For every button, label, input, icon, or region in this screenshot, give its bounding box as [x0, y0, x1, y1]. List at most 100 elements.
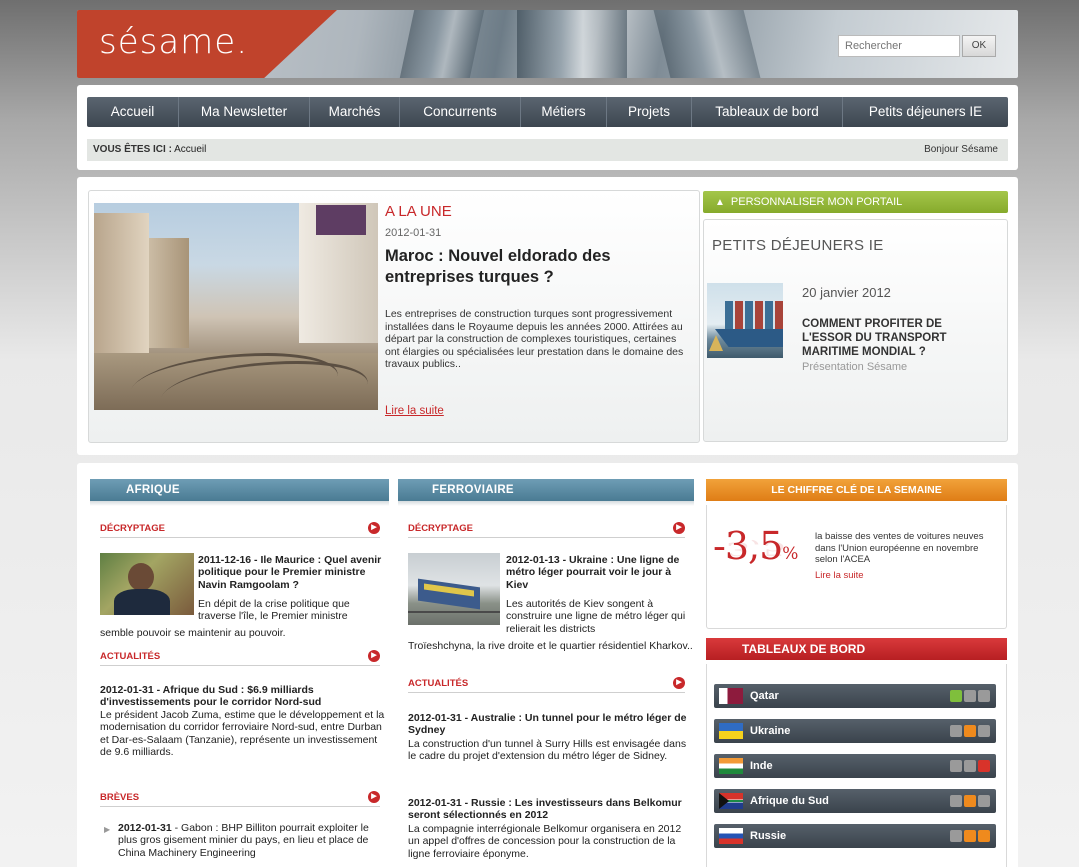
afrique-breves-label: BRÈVES — [100, 792, 140, 803]
afrique-breve-item[interactable]: 2012-01-31 - Gabon : BHP Billiton pourra… — [118, 822, 386, 859]
afrique-actualites-label: ACTUALITÉS — [100, 651, 161, 662]
afrique-actu-headline[interactable]: 2012-01-31 - Afrique du Sud : $6.9 milli… — [100, 684, 385, 709]
ferroviaire-actu1-headline[interactable]: 2012-01-31 - Australie : Un tunnel pour … — [408, 712, 690, 737]
featured-body: Les entreprises de construction turques … — [385, 308, 684, 371]
arrow-right-icon[interactable]: ▶ — [368, 791, 380, 803]
ferroviaire-decryptage-body-end: Troïeshchyna, la rive droite et le quart… — [408, 640, 693, 652]
petits-dejeuners-headline[interactable]: COMMENT PROFITER DE L'ESSOR DU TRANSPORT… — [802, 317, 982, 359]
status-light — [978, 725, 990, 737]
personalize-label: PERSONNALISER MON PORTAIL — [730, 196, 903, 208]
dashboard-row-label: Russie — [750, 830, 787, 842]
banner-building — [653, 10, 761, 78]
afrique-decryptage-body-end: semble pouvoir se maintenir au pouvoir. — [100, 627, 286, 639]
photo-track — [408, 611, 500, 613]
dashboard-row-russie[interactable]: Russie — [714, 824, 996, 848]
photo-building — [149, 238, 189, 348]
status-light — [950, 690, 962, 702]
nav-item-tableaux-de-bord[interactable]: Tableaux de bord — [692, 97, 843, 127]
key-figure-description: la baisse des ventes de voitures neuves … — [815, 531, 984, 565]
arrow-right-icon[interactable]: ▶ — [368, 650, 380, 662]
ferroviaire-decryptage-label: DÉCRYPTAGE — [408, 523, 473, 534]
afrique-actu-body: Le président Jacob Zuma, estime que le d… — [100, 709, 385, 758]
nav-item-petits-dejeuners[interactable]: Petits déjeuners IE — [843, 97, 1008, 127]
status-light — [950, 830, 962, 842]
arrow-right-icon[interactable]: ▶ — [673, 522, 685, 534]
user-greeting: Bonjour Sésame — [924, 144, 998, 155]
container-ship-photo[interactable] — [707, 283, 783, 358]
status-light — [950, 725, 962, 737]
ship-containers — [725, 301, 783, 331]
nav-item-metiers[interactable]: Métiers — [521, 97, 607, 127]
sesame-logo[interactable]: sésame. — [99, 22, 248, 62]
header-strip — [90, 501, 389, 506]
dashboard-row-label: Inde — [750, 760, 773, 772]
feature-photo[interactable] — [94, 203, 378, 410]
arrow-right-icon[interactable]: ▶ — [368, 522, 380, 534]
south-africa-flag-icon — [719, 793, 743, 809]
key-figure-header: LE CHIFFRE CLÉ DE LA SEMAINE — [706, 479, 1007, 501]
breadcrumb-label: VOUS ÊTES ICI : — [93, 144, 172, 155]
banner-building — [399, 10, 485, 78]
russia-flag-icon — [719, 828, 743, 844]
ferroviaire-actualites-label: ACTUALITÉS — [408, 678, 469, 689]
dashboard-row-qatar[interactable]: Qatar — [714, 684, 996, 708]
ferroviaire-actu1-body: La construction d'un tunnel à Surry Hill… — [408, 738, 687, 763]
featured-title[interactable]: Maroc : Nouvel eldorado des entreprises … — [385, 246, 685, 288]
featured-read-more-link[interactable]: Lire la suite — [385, 405, 444, 417]
afrique-decryptage-headline[interactable]: 2011-12-16 - Ile Maurice : Quel avenir p… — [198, 554, 383, 591]
status-light — [964, 690, 976, 702]
nav-item-marches[interactable]: Marchés — [310, 97, 400, 127]
dashboards-header: TABLEAUX DE BORD — [706, 638, 1007, 660]
nav-item-newsletter[interactable]: Ma Newsletter — [179, 97, 310, 127]
flag-triangle — [719, 793, 729, 809]
afrique-header[interactable]: AFRIQUE — [90, 479, 389, 506]
status-light — [950, 795, 962, 807]
search-button[interactable]: OK — [962, 35, 996, 57]
photo-suit — [114, 589, 170, 615]
ferroviaire-decryptage-body: Les autorités de Kiev songent à construi… — [506, 598, 686, 635]
ferroviaire-actu2-body: La compagnie interrégionale Belkomur org… — [408, 823, 682, 860]
sailboat — [709, 335, 723, 351]
status-lights — [950, 690, 990, 702]
personalize-portal-button[interactable]: ▲ PERSONNALISER MON PORTAIL — [703, 191, 1008, 213]
ramgoolam-photo[interactable] — [100, 553, 194, 615]
india-flag-icon — [719, 758, 743, 774]
afrique-actualites-title: ACTUALITÉS ▶ — [100, 650, 380, 666]
qatar-flag-icon — [719, 688, 743, 704]
status-light — [950, 760, 962, 772]
status-light — [964, 830, 976, 842]
dashboard-row-ukraine[interactable]: Ukraine — [714, 719, 996, 743]
featured-date: 2012-01-31 — [385, 227, 442, 239]
ferroviaire-actualites-title: ACTUALITÉS ▶ — [408, 677, 685, 693]
photo-billboard — [316, 205, 366, 235]
afrique-decryptage-body: En dépit de la crise politique que trave… — [198, 598, 350, 623]
banner-building — [517, 10, 627, 78]
ship-hull — [715, 329, 783, 347]
arrow-right-icon[interactable]: ▶ — [673, 677, 685, 689]
status-light — [978, 795, 990, 807]
petits-dejeuners-subtitle: Présentation Sésame — [802, 361, 908, 373]
photo-building — [94, 213, 149, 363]
nav-item-projets[interactable]: Projets — [607, 97, 692, 127]
key-figure-read-more-link[interactable]: Lire la suite — [815, 570, 864, 581]
dashboard-row-inde[interactable]: Inde — [714, 754, 996, 778]
nav-item-accueil[interactable]: Accueil — [87, 97, 179, 127]
afrique-breve-date: 2012-01-31 — [118, 822, 172, 834]
status-light — [964, 760, 976, 772]
nav-item-concurrents[interactable]: Concurrents — [400, 97, 521, 127]
ferroviaire-actu2-headline[interactable]: 2012-01-31 - Russie : Les investisseurs … — [408, 797, 690, 822]
ferroviaire-header[interactable]: FERROVIAIRE — [398, 479, 694, 506]
breadcrumb-current[interactable]: Accueil — [172, 144, 206, 155]
status-lights — [950, 760, 990, 772]
status-lights — [950, 725, 990, 737]
featured-kicker: A LA UNE — [385, 203, 452, 220]
dashboard-row-afrique-du-sud[interactable]: Afrique du Sud — [714, 789, 996, 813]
petits-dejeuners-date: 20 janvier 2012 — [802, 285, 891, 300]
search-input[interactable] — [838, 35, 960, 57]
kiev-tram-photo[interactable] — [408, 553, 500, 625]
ukraine-flag-icon — [719, 723, 743, 739]
ferroviaire-decryptage-headline[interactable]: 2012-01-13 - Ukraine : Une ligne de métr… — [506, 554, 691, 591]
ferroviaire-header-label: FERROVIAIRE — [432, 484, 514, 496]
status-light — [978, 760, 990, 772]
ferroviaire-decryptage-title: DÉCRYPTAGE ▶ — [408, 522, 685, 538]
